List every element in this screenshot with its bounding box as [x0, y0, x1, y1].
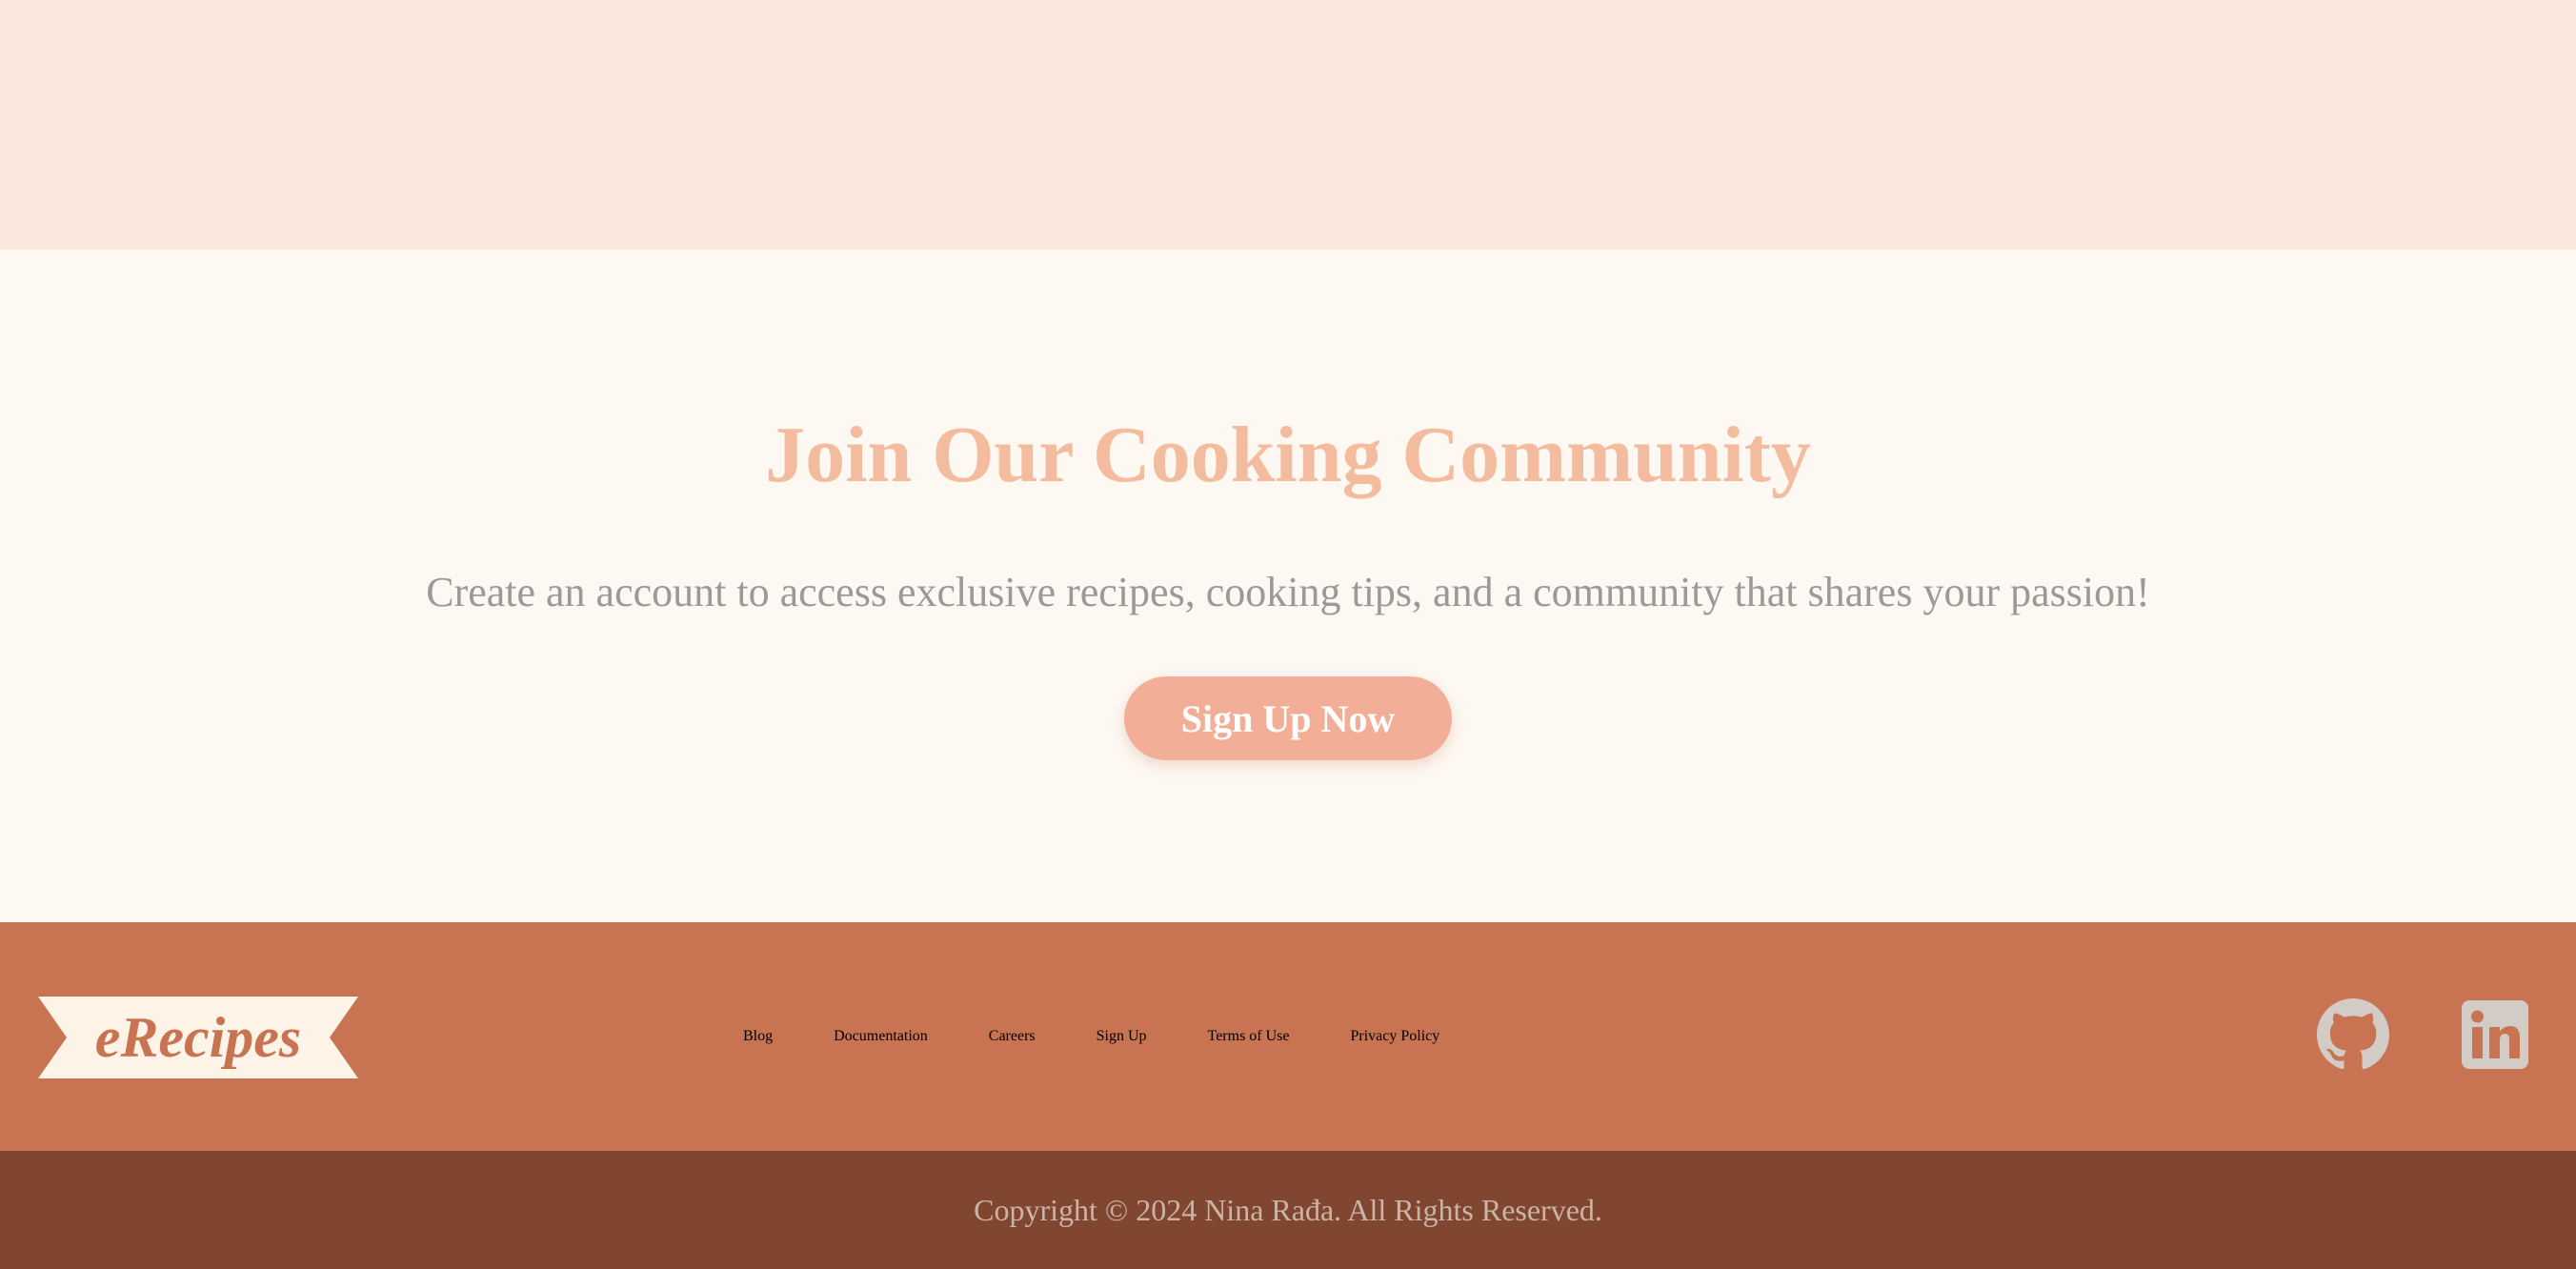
logo[interactable]: eRecipes	[38, 997, 358, 1078]
footer-link-blog[interactable]: Blog	[743, 1028, 773, 1045]
signup-cta-section: Join Our Cooking Community Create an acc…	[0, 250, 2576, 922]
footer-bottom-bar: Copyright © 2024 Nina Rađa. All Rights R…	[0, 1151, 2576, 1269]
logo-text: eRecipes	[94, 1005, 302, 1069]
cta-subtitle: Create an account to access exclusive re…	[426, 569, 2150, 615]
footer-link-terms-of-use[interactable]: Terms of Use	[1208, 1028, 1290, 1045]
github-icon[interactable]	[2317, 998, 2389, 1071]
footer-link-privacy-policy[interactable]: Privacy Policy	[1351, 1028, 1440, 1045]
top-band	[0, 0, 2576, 250]
cta-title: Join Our Cooking Community	[765, 411, 1811, 499]
footer-link-sign-up[interactable]: Sign Up	[1097, 1028, 1147, 1045]
footer: eRecipes Blog Documentation Careers Sign…	[0, 922, 2576, 1151]
footer-nav: Blog Documentation Careers Sign Up Terms…	[743, 922, 1439, 1151]
sign-up-now-button[interactable]: Sign Up Now	[1124, 676, 1452, 760]
linkedin-icon[interactable]	[2462, 1000, 2528, 1069]
footer-link-documentation[interactable]: Documentation	[834, 1028, 928, 1045]
copyright-text: Copyright © 2024 Nina Rađa. All Rights R…	[974, 1192, 1602, 1227]
footer-link-careers[interactable]: Careers	[989, 1028, 1036, 1045]
